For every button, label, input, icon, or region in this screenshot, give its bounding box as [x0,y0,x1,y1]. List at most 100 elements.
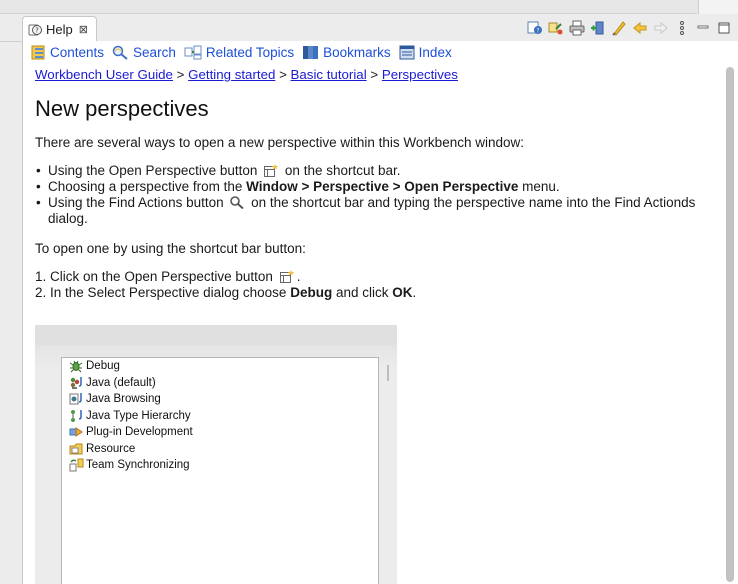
help-icon: ? [28,24,42,35]
list-item: 1. Click on the Open Perspective button … [35,269,721,285]
dialog-scroll-indicator [387,365,389,381]
print-icon[interactable] [569,20,585,36]
svg-text:?: ? [35,26,39,34]
step-text: . [412,285,417,300]
step-text: Click on the Open Perspective button [50,269,273,284]
help-article: Workbench User Guide > Getting started >… [35,67,721,301]
list-item: Using the Open Perspective button on the… [36,163,721,179]
lead-paragraph: To open one by using the shortcut bar bu… [35,241,306,256]
nav-label: Bookmarks [323,44,391,60]
nav-label: Contents [50,44,105,60]
bullet-text: Using the Find Actions button [48,195,224,210]
page-title: New perspectives [35,96,209,121]
ways-list: Using the Open Perspective button on the… [35,163,721,227]
select-perspective-dialog-image: Debug Java (default) Java Browsing Java … [35,325,397,584]
top-strip-segment [698,0,738,14]
resource-icon [68,442,84,456]
plugin-icon [68,425,84,439]
perspective-label: Resource [86,442,136,455]
team-sync-icon [68,458,84,472]
bullet-text: Choosing a perspective from the [48,179,243,194]
svg-text:?: ? [536,28,539,35]
perspective-item-resource: Resource [62,441,378,458]
perspective-label: Plug-in Development [86,426,193,439]
steps-list: 1. Click on the Open Perspective button … [35,269,721,301]
list-item: 2. In the Select Perspective dialog choo… [35,285,721,301]
perspective-item-plugin-development: Plug-in Development [62,424,378,441]
show-in-toc-icon[interactable]: ? [527,20,543,36]
perspective-label: Debug [86,360,120,373]
minimize-icon[interactable] [695,20,711,36]
scrollbar-thumb[interactable] [726,67,734,582]
step-text: In the Select Perspective dialog choose [50,285,287,300]
help-view-tab[interactable]: ? Help ⊠ [22,16,97,42]
perspective-item-debug: Debug [62,358,378,375]
type-hierarchy-icon [68,409,84,423]
find-actions-icon [230,196,245,209]
nav-label: Related Topics [205,44,295,60]
help-navigation-bar: Contents Search Related Topics Bookmarks… [23,41,738,63]
search-icon [112,45,128,60]
nav-contents[interactable]: Contents [31,45,104,60]
perspective-label: Java Type Hierarchy [86,409,191,422]
step-text: . [296,269,301,284]
nav-related-topics[interactable]: Related Topics [184,45,294,60]
open-perspective-icon [279,270,294,283]
related-topics-icon [184,45,202,59]
help-content-frame: Contents Search Related Topics Bookmarks… [22,41,738,584]
vertical-scrollbar[interactable] [724,65,736,584]
bullet-text: on the shortcut bar. [284,163,401,178]
highlight-icon[interactable] [611,20,627,36]
perspective-label: Java (default) [86,376,156,389]
bullet-text: Using the Open Perspective button [48,163,258,178]
nav-bookmarks[interactable]: Bookmarks [302,45,391,60]
perspective-list: Debug Java (default) Java Browsing Java … [61,357,379,584]
top-strip [0,0,738,14]
nav-index[interactable]: Index [399,45,452,60]
tab-title: Help [46,22,73,37]
breadcrumb-link-getting-started[interactable]: Getting started [188,67,275,82]
view-menu-icon[interactable] [674,20,690,36]
perspective-item-java-browsing: Java Browsing [62,391,378,408]
index-icon [399,45,415,59]
list-item: Using the Find Actions button on the sho… [36,195,721,227]
nav-search[interactable]: Search [112,45,176,60]
list-item: Choosing a perspective from the Window >… [36,179,721,195]
debug-icon [68,359,84,373]
menu-path-text: Window > Perspective > Open Perspective [246,179,519,194]
nav-label: Index [418,44,452,60]
contents-icon [31,45,45,59]
bookmark-add-icon[interactable] [590,20,606,36]
perspective-item-team-synchronizing: Team Synchronizing [62,457,378,474]
perspective-item-java: Java (default) [62,375,378,392]
back-icon[interactable] [632,20,648,36]
view-toolbar: ? [527,18,732,38]
perspective-label: Team Synchronizing [86,459,190,472]
link-icon[interactable] [548,20,564,36]
breadcrumb-separator: > [176,67,185,82]
java-browsing-icon [68,392,84,406]
bullet-text: menu. [522,179,560,194]
forward-icon[interactable] [653,20,669,36]
breadcrumb-link-perspectives[interactable]: Perspectives [382,67,458,82]
step-number: 1. [35,269,47,284]
step-text: and click [335,285,389,300]
breadcrumb-separator: > [279,67,287,82]
view-tab-bar: ? Help ⊠ ? [0,14,738,42]
help-view: ? Help ⊠ ? Contents Search Related Topic… [0,0,738,584]
java-icon [68,376,84,390]
breadcrumb-link-workbench-user-guide[interactable]: Workbench User Guide [35,67,173,82]
step-number: 2. [35,285,47,300]
bookmarks-icon [303,45,319,59]
perspective-item-java-type-hierarchy: Java Type Hierarchy [62,408,378,425]
close-tab-icon[interactable]: ⊠ [79,23,88,36]
maximize-icon[interactable] [716,20,732,36]
breadcrumb: Workbench User Guide > Getting started >… [35,67,721,85]
emphasis-text: OK [392,285,413,300]
intro-paragraph: There are several ways to open a new per… [35,135,524,150]
open-perspective-icon [264,164,279,177]
breadcrumb-link-basic-tutorial[interactable]: Basic tutorial [291,67,367,82]
dialog-title-area [35,325,397,345]
nav-label: Search [133,44,176,60]
breadcrumb-separator: > [370,67,379,82]
